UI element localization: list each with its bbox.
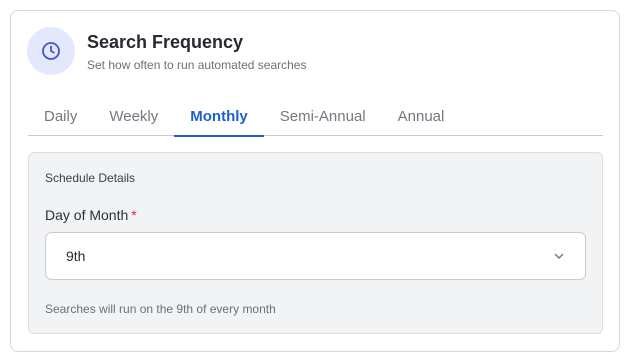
search-frequency-card: Search Frequency Set how often to run au… [10,10,620,352]
schedule-details-panel: Schedule Details Day of Month * 9th Searc… [28,152,603,334]
card-header: Search Frequency Set how often to run au… [27,27,306,75]
card-subtitle: Set how often to run automated searches [87,57,307,72]
day-of-month-label-text: Day of Month [45,207,129,223]
frequency-tabs: Daily Weekly Monthly Semi-Annual Annual [28,98,603,137]
panel-title: Schedule Details [45,171,136,185]
selected-day-value: 9th [66,248,86,264]
tab-semi-annual[interactable]: Semi-Annual [264,98,382,136]
chevron-down-icon [553,250,565,262]
clock-icon [27,27,75,75]
card-title: Search Frequency [87,31,244,52]
required-marker: * [131,207,137,223]
tab-daily[interactable]: Daily [28,98,93,136]
tab-weekly[interactable]: Weekly [93,98,174,136]
schedule-helper-text: Searches will run on the 9th of every mo… [45,302,276,316]
day-of-month-select[interactable]: 9th [45,232,586,280]
day-of-month-label: Day of Month * [45,207,137,223]
tab-monthly[interactable]: Monthly [174,98,264,137]
tab-annual[interactable]: Annual [382,98,461,136]
